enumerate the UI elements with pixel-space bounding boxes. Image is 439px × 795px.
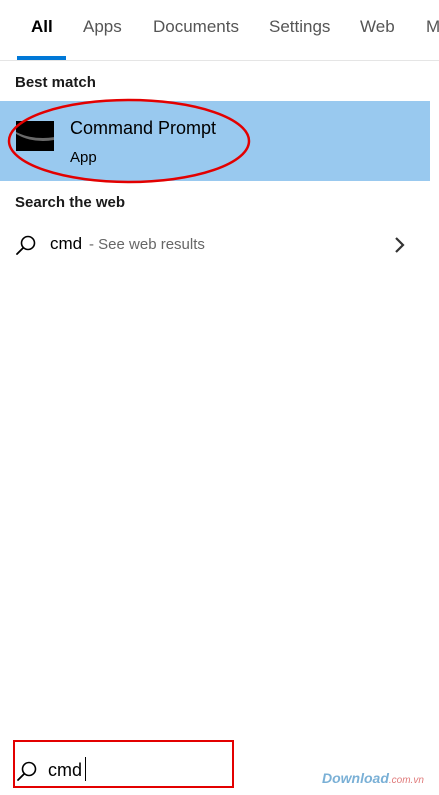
web-results-hint: - See web results	[89, 236, 205, 253]
active-tab-indicator	[17, 56, 66, 60]
tab-documents[interactable]: Documents	[153, 17, 239, 37]
web-result-row[interactable]: cmd - See web results	[0, 225, 430, 265]
command-prompt-icon	[16, 121, 54, 151]
best-match-heading: Best match	[15, 74, 96, 91]
chevron-right-icon[interactable]	[392, 235, 408, 255]
result-app-type: App	[70, 149, 97, 166]
tab-settings[interactable]: Settings	[269, 17, 330, 37]
search-icon	[17, 761, 37, 781]
search-filter-tabs: All Apps Documents Settings Web M	[0, 0, 439, 61]
tab-all[interactable]: All	[31, 17, 53, 37]
result-app-name: Command Prompt	[70, 118, 217, 138]
windows-search-panel: All Apps Documents Settings Web M Best m…	[0, 0, 439, 795]
search-input[interactable]	[48, 757, 228, 783]
tab-more[interactable]: M	[426, 17, 439, 37]
search-icon	[16, 235, 36, 255]
text-caret	[85, 757, 86, 781]
web-query-text: cmd	[50, 234, 83, 253]
search-the-web-heading: Search the web	[15, 194, 126, 211]
search-box[interactable]	[0, 745, 439, 795]
tab-apps[interactable]: Apps	[83, 17, 122, 37]
best-match-result[interactable]: Command Prompt App	[0, 101, 430, 181]
tab-web[interactable]: Web	[360, 17, 395, 37]
